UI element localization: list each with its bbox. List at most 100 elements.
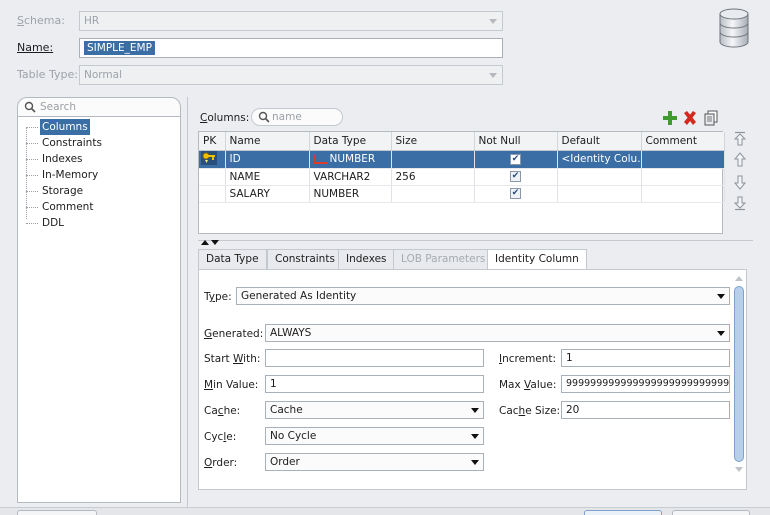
navigation-tree: Columns Constraints Indexes In-Memory St… bbox=[17, 117, 181, 503]
primary-key-icon bbox=[199, 150, 226, 169]
chevron-down-icon bbox=[489, 19, 497, 24]
cache-size-input[interactable]: 20 bbox=[561, 401, 730, 419]
move-up-icon[interactable] bbox=[733, 152, 747, 168]
cell-comment bbox=[641, 168, 725, 186]
sidebar-item-constraints[interactable]: Constraints bbox=[18, 135, 178, 151]
cell-data-type: VARCHAR2 bbox=[309, 168, 392, 186]
collapse-arrows-icon[interactable] bbox=[200, 236, 220, 245]
table-type-select[interactable]: Normal bbox=[79, 65, 503, 85]
header-data-type[interactable]: Data Type bbox=[309, 132, 392, 151]
cycle-value: No Cycle bbox=[270, 430, 317, 442]
add-column-icon[interactable] bbox=[662, 110, 678, 126]
min-value-input[interactable]: 1 bbox=[265, 375, 484, 393]
scrollbar-thumb[interactable] bbox=[734, 286, 744, 462]
header-comment[interactable]: Comment bbox=[641, 132, 725, 151]
identity-icon bbox=[313, 154, 328, 164]
chevron-down-icon bbox=[471, 434, 479, 439]
table-row[interactable]: ID NUMBER ✔ <Identity Colu... bbox=[199, 150, 725, 169]
tab-data-type[interactable]: Data Type bbox=[198, 249, 267, 269]
cell-comment bbox=[641, 150, 725, 169]
move-to-top-icon[interactable] bbox=[733, 131, 747, 147]
scroll-down-icon[interactable] bbox=[735, 467, 743, 472]
cell-data-type: NUMBER bbox=[309, 150, 392, 169]
cell-not-null: ✔ bbox=[474, 168, 558, 186]
database-icon bbox=[717, 8, 751, 48]
cell-default: <Identity Colu... bbox=[557, 150, 642, 169]
columns-grid[interactable]: PK Name Data Type Size Not Null Default … bbox=[198, 131, 725, 234]
tab-constraints[interactable]: Constraints bbox=[267, 249, 343, 269]
not-null-checkbox[interactable]: ✔ bbox=[510, 153, 521, 165]
navigation-panel: Search Columns Constraints Indexes In-Me… bbox=[17, 97, 181, 503]
header-default[interactable]: Default bbox=[557, 132, 642, 151]
table-type-value: Normal bbox=[84, 69, 122, 81]
cancel-button[interactable] bbox=[672, 510, 750, 515]
chevron-down-icon bbox=[717, 331, 725, 336]
table-name-input[interactable]: SIMPLE_EMP bbox=[79, 38, 503, 58]
sidebar-item-columns[interactable]: Columns bbox=[18, 119, 178, 135]
columns-label: Columns: bbox=[200, 112, 250, 124]
header-not-null[interactable]: Not Null bbox=[474, 132, 558, 151]
copy-icon[interactable] bbox=[703, 110, 719, 126]
tab-lob-parameters[interactable]: LOB Parameters bbox=[393, 249, 494, 269]
header-size[interactable]: Size bbox=[391, 132, 475, 151]
order-label: Order: bbox=[204, 457, 238, 469]
min-value-label: Min Value: bbox=[204, 379, 259, 391]
generated-label: Generated: bbox=[204, 328, 264, 340]
name-label: Name: bbox=[17, 41, 54, 54]
order-select[interactable]: Order bbox=[265, 453, 484, 471]
cycle-label: Cycle: bbox=[204, 431, 237, 443]
generated-value: ALWAYS bbox=[270, 327, 312, 339]
generated-select[interactable]: ALWAYS bbox=[265, 324, 730, 342]
increment-input[interactable]: 1 bbox=[561, 349, 730, 367]
cache-label: Cache: bbox=[204, 405, 241, 417]
columns-table: PK Name Data Type Size Not Null Default … bbox=[199, 132, 725, 203]
not-null-checkbox[interactable]: ✔ bbox=[510, 188, 521, 199]
max-value-label: Max Value: bbox=[499, 379, 557, 391]
tab-identity-column[interactable]: Identity Column bbox=[487, 249, 587, 270]
search-icon bbox=[24, 101, 36, 113]
cache-select[interactable]: Cache bbox=[265, 401, 484, 419]
header-pk[interactable]: PK bbox=[199, 132, 226, 151]
start-with-input[interactable] bbox=[265, 349, 484, 367]
start-with-label: Start With: bbox=[204, 353, 261, 365]
type-label: Type: bbox=[204, 291, 232, 303]
panel-splitter[interactable] bbox=[187, 97, 188, 507]
table-row[interactable]: NAME VARCHAR2 256 ✔ bbox=[199, 168, 725, 186]
max-value-input[interactable]: 9999999999999999999999999999 bbox=[561, 375, 730, 393]
ok-button[interactable] bbox=[584, 510, 662, 515]
sidebar-item-in-memory[interactable]: In-Memory bbox=[18, 167, 178, 183]
not-null-checkbox[interactable]: ✔ bbox=[510, 171, 521, 182]
tab-indexes[interactable]: Indexes bbox=[338, 249, 395, 269]
cycle-select[interactable]: No Cycle bbox=[265, 427, 484, 445]
header-name[interactable]: Name bbox=[225, 132, 310, 151]
chevron-down-icon bbox=[471, 408, 479, 413]
type-value: Generated As Identity bbox=[241, 290, 357, 302]
sidebar-item-storage[interactable]: Storage bbox=[18, 183, 178, 199]
split-pane-divider[interactable] bbox=[198, 240, 753, 241]
move-to-bottom-icon[interactable] bbox=[733, 195, 747, 211]
cell-size: 256 bbox=[391, 168, 475, 186]
chevron-down-icon bbox=[717, 294, 725, 299]
sidebar-item-indexes[interactable]: Indexes bbox=[18, 151, 178, 167]
columns-header-row: PK Name Data Type Size Not Null Default … bbox=[199, 132, 725, 151]
type-select[interactable]: Generated As Identity bbox=[236, 287, 730, 305]
scrollbar-track[interactable] bbox=[733, 276, 745, 474]
increment-label: Increment: bbox=[499, 353, 557, 365]
search-input[interactable]: Search bbox=[17, 97, 181, 117]
search-placeholder: Search bbox=[40, 101, 77, 113]
sidebar-item-ddl[interactable]: DDL bbox=[18, 215, 178, 231]
schema-select[interactable]: HR bbox=[79, 11, 503, 31]
schema-value: HR bbox=[84, 15, 100, 27]
columns-filter-input[interactable]: name bbox=[251, 108, 343, 126]
remove-column-icon[interactable] bbox=[682, 110, 698, 126]
scroll-up-icon[interactable] bbox=[735, 276, 743, 281]
cell-default bbox=[557, 185, 642, 203]
sidebar-item-comment[interactable]: Comment bbox=[18, 199, 178, 215]
table-type-label: Table Type: bbox=[17, 68, 78, 81]
cache-value: Cache bbox=[270, 404, 303, 416]
cell-name: ID bbox=[225, 150, 310, 169]
cell-data-type: NUMBER bbox=[309, 185, 392, 203]
help-button[interactable] bbox=[17, 510, 97, 515]
table-row[interactable]: SALARY NUMBER ✔ bbox=[199, 185, 725, 203]
move-down-icon[interactable] bbox=[733, 174, 747, 190]
